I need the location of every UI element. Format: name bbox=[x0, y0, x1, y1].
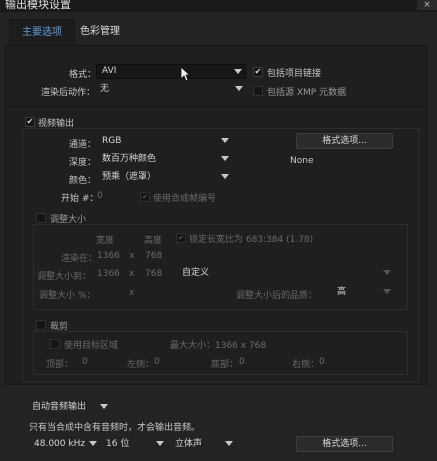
resize-quality-label: 调整大小后的品质： bbox=[236, 291, 318, 301]
start-value[interactable]: 0 bbox=[97, 191, 103, 201]
close-icon[interactable]: × bbox=[416, 0, 437, 10]
start-label: 开始 #： bbox=[61, 194, 99, 204]
crop-bottom-label: 底部： bbox=[211, 360, 239, 370]
chevron-down-icon bbox=[89, 441, 97, 446]
post-render-value: 无 bbox=[100, 84, 110, 94]
resize-checkbox[interactable] bbox=[36, 213, 46, 223]
crop-right-label: 右侧： bbox=[292, 360, 320, 370]
include-xmp-checkbox[interactable] bbox=[253, 86, 263, 96]
resize-percent-x: x bbox=[129, 288, 135, 298]
include-project-link-checkbox[interactable]: ✔ bbox=[253, 67, 263, 77]
chevron-down-icon bbox=[383, 270, 391, 275]
use-roi-checkbox[interactable] bbox=[50, 339, 60, 349]
crop-top-label: 顶部： bbox=[46, 360, 74, 370]
crop-top-value[interactable]: 0 bbox=[82, 357, 88, 367]
crop-right-value[interactable]: 0 bbox=[319, 357, 325, 367]
render-at-height: 768 bbox=[145, 251, 163, 261]
channels-value: RGB bbox=[102, 136, 122, 146]
codec-value: None bbox=[290, 156, 314, 166]
crop-bottom-value[interactable]: 0 bbox=[239, 357, 245, 367]
resize-quality-value: 高 bbox=[337, 287, 347, 297]
crop-max-size: 最大大小：1366 x 768 bbox=[170, 341, 267, 351]
sample-rate-select[interactable]: 48.000 kHz bbox=[31, 437, 100, 452]
audio-format-options-button[interactable]: 格式选项... bbox=[296, 436, 393, 452]
audio-bits-value: 16 位 bbox=[106, 439, 130, 449]
resize-to-width[interactable]: 1366 bbox=[97, 269, 120, 279]
crop-checkbox[interactable] bbox=[36, 320, 46, 330]
divider bbox=[6, 106, 426, 107]
sample-rate-value: 48.000 kHz bbox=[34, 439, 86, 449]
resize-percent-label: 调整大小 %： bbox=[39, 291, 96, 301]
use-comp-frame-checkbox[interactable]: ✔ bbox=[140, 192, 150, 202]
resize-quality-select[interactable]: 高 bbox=[334, 285, 394, 300]
audio-mode-select[interactable]: 自动音频输出 bbox=[29, 400, 111, 415]
chevron-down-icon bbox=[383, 289, 391, 294]
channels-label: 通道： bbox=[69, 140, 97, 150]
use-comp-frame-label: 使用合成帧编号 bbox=[153, 194, 217, 204]
include-project-link-label: 包括项目链接 bbox=[267, 69, 322, 79]
use-roi-label: 使用目标区域 bbox=[64, 341, 119, 351]
color-select[interactable]: 预乘（遮罩） bbox=[99, 170, 232, 185]
width-header: 宽度 bbox=[96, 236, 115, 246]
post-render-select[interactable]: 无 bbox=[97, 82, 246, 97]
format-select[interactable]: AVI bbox=[96, 64, 246, 79]
chevron-down-icon bbox=[235, 86, 243, 91]
resize-preset-value: 自定义 bbox=[182, 268, 210, 278]
lock-aspect-label: 锁定长宽比为 683:384 (1.78) bbox=[189, 235, 314, 245]
chevron-down-icon bbox=[221, 156, 229, 161]
video-output-checkbox[interactable]: ✔ bbox=[25, 117, 35, 127]
render-at-label: 渲染在： bbox=[61, 254, 98, 264]
depth-label: 深度： bbox=[69, 158, 97, 168]
video-format-options-button[interactable]: 格式选项... bbox=[296, 133, 393, 149]
crop-left-value[interactable]: 0 bbox=[154, 357, 160, 367]
render-at-width: 1366 bbox=[97, 251, 120, 261]
chevron-down-icon bbox=[221, 174, 229, 179]
depth-value: 数百万种颜色 bbox=[102, 154, 157, 164]
format-label: 格式： bbox=[69, 70, 97, 80]
channels-select[interactable]: RGB bbox=[99, 134, 232, 149]
audio-bits-select[interactable]: 16 位 bbox=[103, 437, 167, 452]
color-value: 预乘（遮罩） bbox=[102, 172, 157, 182]
include-xmp-label: 包括源 XMP 元数据 bbox=[267, 88, 347, 98]
chevron-down-icon bbox=[156, 441, 164, 446]
audio-channels-value: 立体声 bbox=[175, 439, 203, 449]
audio-mode-value: 自动音频输出 bbox=[32, 402, 87, 412]
tab-color-management[interactable]: 色彩管理 bbox=[68, 19, 132, 45]
tab-main-options[interactable]: 主要选项 bbox=[9, 19, 75, 45]
resize-preset-select[interactable]: 自定义 bbox=[179, 266, 394, 281]
resize-to-x: x bbox=[129, 269, 135, 279]
chevron-down-icon bbox=[234, 69, 242, 74]
crop-left-label: 左侧： bbox=[127, 360, 155, 370]
mouse-pointer-icon bbox=[180, 66, 190, 82]
post-render-label: 渲染后动作： bbox=[41, 88, 96, 98]
audio-channels-select[interactable]: 立体声 bbox=[172, 437, 236, 452]
depth-select[interactable]: 数百万种颜色 bbox=[99, 152, 232, 167]
lock-aspect-checkbox[interactable]: ✔ bbox=[176, 233, 186, 243]
color-label: 颜色： bbox=[69, 176, 97, 186]
render-at-x: x bbox=[129, 251, 135, 261]
height-header: 高度 bbox=[144, 236, 163, 246]
audio-note: 只有当合成中含有音频时，才会输出音频。 bbox=[29, 423, 201, 433]
resize-to-label: 调整大小到： bbox=[37, 272, 92, 282]
chevron-down-icon bbox=[221, 138, 229, 143]
window-title: 输出模块设置 bbox=[5, 0, 71, 11]
resize-to-height[interactable]: 768 bbox=[145, 269, 162, 279]
format-value: AVI bbox=[102, 66, 117, 76]
chevron-down-icon bbox=[100, 404, 108, 409]
chevron-down-icon bbox=[225, 441, 233, 446]
